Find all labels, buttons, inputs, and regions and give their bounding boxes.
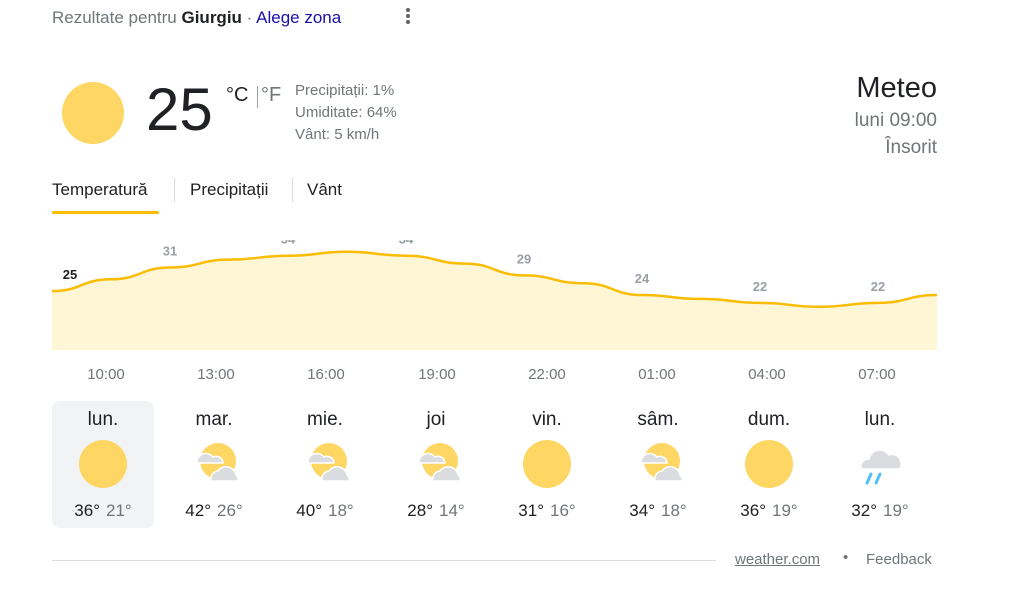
chart-data-label: 24 — [635, 271, 650, 286]
day-low-temp: 21° — [106, 501, 132, 520]
separator: · — [246, 8, 253, 27]
source-link[interactable]: weather.com — [735, 551, 820, 568]
hour-label: 13:00 — [197, 366, 235, 383]
day-high-temp: 31° — [518, 501, 544, 520]
day-forecast[interactable]: sâm. 34° 18° — [607, 401, 709, 528]
tab-divider — [174, 178, 175, 202]
sun-icon — [79, 440, 127, 488]
hour-label: 16:00 — [307, 366, 345, 383]
weather-title: Meteo — [856, 72, 937, 104]
tab-wind[interactable]: Vânt — [307, 180, 342, 200]
hour-label: 01:00 — [638, 366, 676, 383]
temperature-chart: 25 31 34 34 29 24 22 22 — [51, 240, 938, 350]
current-temperature: 25 — [146, 76, 213, 143]
hour-label: 07:00 — [858, 366, 896, 383]
day-forecast[interactable]: dum. 36° 19° — [718, 401, 820, 528]
day-name: joi — [426, 409, 446, 430]
day-high-temp: 42° — [185, 501, 211, 520]
hour-label: 19:00 — [418, 366, 456, 383]
unit-fahrenheit-toggle[interactable]: °F — [261, 84, 281, 107]
chart-data-label: 31 — [163, 244, 177, 259]
unit-divider — [257, 86, 258, 108]
change-zone-link[interactable]: Alege zona — [256, 8, 341, 27]
day-high-temp: 34° — [629, 501, 655, 520]
partly-cloudy-icon — [418, 443, 461, 482]
day-name: lun. — [87, 409, 119, 430]
hour-label: 10:00 — [87, 366, 125, 383]
chart-data-label: 22 — [753, 279, 767, 294]
day-low-temp: 18° — [328, 501, 354, 520]
hour-label: 22:00 — [528, 366, 566, 383]
chart-data-label: 22 — [871, 279, 885, 294]
weather-time: luni 09:00 — [854, 110, 937, 131]
sun-icon — [745, 440, 793, 488]
precipitation-detail: Precipitații: 1% — [295, 82, 395, 99]
chart-data-label: 34 — [399, 240, 414, 247]
wind-detail: Vânt: 5 km/h — [295, 126, 380, 143]
weather-condition: Însorit — [885, 137, 937, 158]
results-prefix: Rezultate pentru — [52, 8, 177, 27]
day-forecast[interactable]: joi 28° 14° — [385, 401, 487, 528]
footer-separator: • — [843, 549, 849, 566]
day-low-temp: 18° — [661, 501, 687, 520]
partly-cloudy-icon — [196, 443, 239, 482]
hour-label: 04:00 — [748, 366, 786, 383]
humidity-detail: Umiditate: 64% — [295, 104, 397, 121]
day-name: sâm. — [637, 409, 679, 430]
more-options-icon[interactable] — [398, 6, 418, 30]
partly-cloudy-icon — [307, 443, 350, 482]
chart-data-label: 25 — [63, 267, 77, 282]
tab-temperature[interactable]: Temperatură — [52, 180, 147, 200]
day-name: mie. — [307, 409, 343, 430]
tab-precipitation[interactable]: Precipitații — [190, 180, 268, 200]
day-high-temp: 36° — [740, 501, 766, 520]
day-forecast[interactable]: mie. 40° 18° — [274, 401, 376, 528]
chart-data-label: 34 — [281, 240, 296, 247]
day-forecast[interactable]: lun. 36° 21° — [52, 401, 154, 528]
day-low-temp: 14° — [439, 501, 465, 520]
day-low-temp: 19° — [772, 501, 798, 520]
tab-divider — [292, 178, 293, 202]
day-name: dum. — [747, 409, 791, 430]
day-forecast[interactable]: mar. 42° 26° — [163, 401, 265, 528]
day-low-temp: 19° — [883, 501, 909, 520]
sun-icon — [62, 82, 124, 144]
footer-divider — [52, 560, 716, 561]
rain-cloud-icon — [860, 449, 902, 485]
tab-active-indicator — [52, 211, 159, 214]
results-header: Rezultate pentru Giurgiu · Alege zona — [52, 8, 341, 28]
day-forecast[interactable]: lun. 32° 19° — [829, 401, 931, 528]
location-name: Giurgiu — [181, 8, 242, 27]
day-high-temp: 36° — [74, 501, 100, 520]
day-forecast[interactable]: vin. 31° 16° — [496, 401, 598, 528]
day-high-temp: 32° — [851, 501, 877, 520]
day-low-temp: 26° — [217, 501, 243, 520]
day-high-temp: 28° — [407, 501, 433, 520]
chart-data-label: 29 — [517, 251, 531, 266]
feedback-link[interactable]: Feedback — [866, 551, 932, 568]
day-name: vin. — [532, 409, 562, 430]
partly-cloudy-icon — [640, 443, 683, 482]
day-name: mar. — [195, 409, 233, 430]
day-high-temp: 40° — [296, 501, 322, 520]
day-low-temp: 16° — [550, 501, 576, 520]
day-name: lun. — [864, 409, 896, 430]
sun-icon — [523, 440, 571, 488]
unit-celsius-toggle[interactable]: °C — [226, 84, 248, 107]
